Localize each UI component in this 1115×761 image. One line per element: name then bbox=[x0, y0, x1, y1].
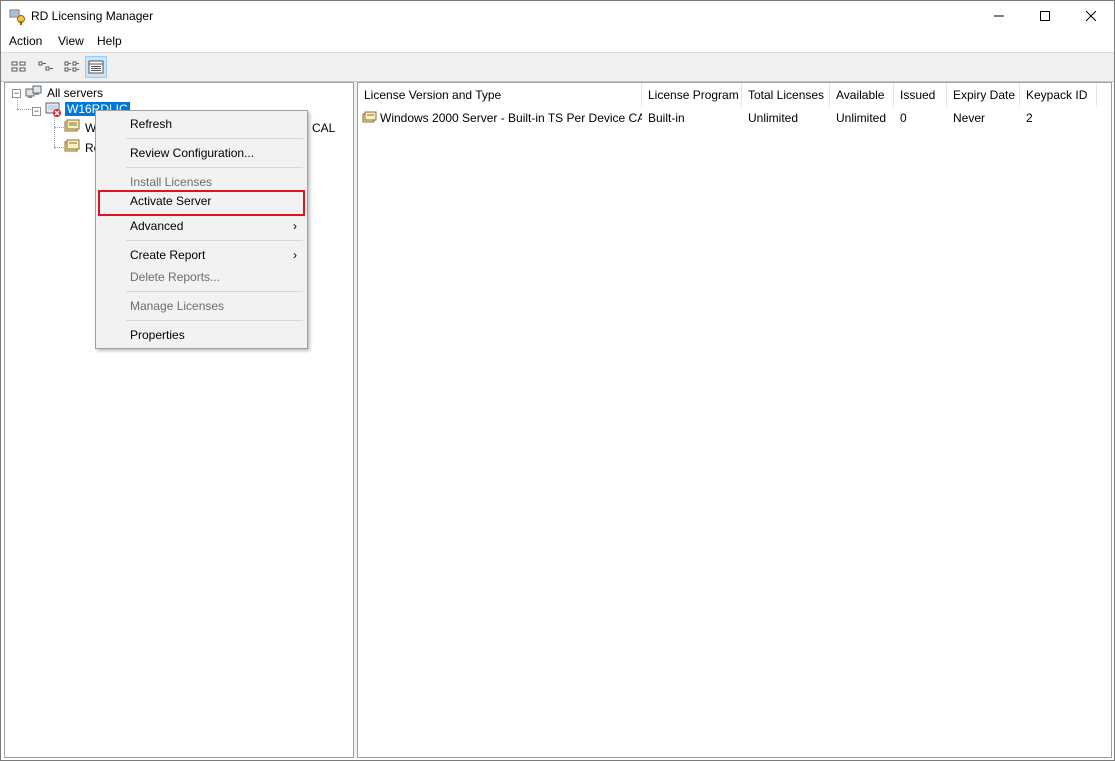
table-row[interactable]: Windows 2000 Server - Built-in TS Per De… bbox=[358, 109, 1111, 127]
submenu-arrow-icon: › bbox=[293, 219, 297, 233]
list-header: License Version and Type License Program… bbox=[358, 83, 1111, 107]
list-view-icon bbox=[64, 61, 79, 72]
context-menu: Refresh Review Configuration... Install … bbox=[95, 110, 308, 349]
column-header-issued[interactable]: Issued bbox=[894, 83, 947, 107]
minimize-button[interactable] bbox=[976, 1, 1022, 31]
column-header-license-program[interactable]: License Program bbox=[642, 83, 742, 107]
menu-separator bbox=[126, 320, 303, 321]
title-bar[interactable]: RD Licensing Manager bbox=[1, 1, 1114, 31]
cell-keypack-id: 2 bbox=[1026, 111, 1033, 125]
details-view-icon bbox=[88, 60, 104, 74]
menu-item-delete-reports: Delete Reports... bbox=[130, 270, 221, 284]
menu-item-review-configuration[interactable]: Review Configuration... bbox=[98, 142, 305, 164]
large-icons-view-icon bbox=[11, 61, 26, 72]
cell-expiry-date: Never bbox=[953, 111, 986, 125]
close-button[interactable] bbox=[1068, 1, 1114, 31]
root-collapse-toggle[interactable]: − bbox=[12, 89, 21, 98]
menu-item-properties[interactable]: Properties bbox=[98, 324, 305, 346]
cell-license-program: Built-in bbox=[648, 111, 685, 125]
menu-item-activate-server[interactable]: Activate Server bbox=[98, 190, 305, 216]
menu-separator bbox=[126, 167, 303, 168]
server-error-icon bbox=[45, 102, 61, 117]
reports-icon bbox=[64, 139, 80, 152]
menu-item-advanced[interactable]: Advanced › bbox=[98, 215, 305, 237]
small-icons-view-button[interactable] bbox=[35, 56, 57, 78]
list-view-button[interactable] bbox=[61, 56, 83, 78]
menu-action[interactable]: Action bbox=[9, 34, 42, 48]
tree-connector bbox=[54, 115, 55, 149]
cell-issued: 0 bbox=[900, 111, 907, 125]
license-list-pane[interactable]: License Version and Type License Program… bbox=[357, 82, 1112, 758]
column-header-expiry-date[interactable]: Expiry Date bbox=[947, 83, 1020, 107]
small-icons-view-icon bbox=[38, 61, 53, 71]
column-header-keypack-id[interactable]: Keypack ID bbox=[1020, 83, 1097, 107]
large-icons-view-button[interactable] bbox=[8, 56, 30, 78]
license-pack-icon bbox=[64, 119, 80, 132]
rd-licensing-app-icon bbox=[9, 9, 25, 25]
menu-view[interactable]: View bbox=[58, 34, 84, 48]
tree-connector bbox=[17, 109, 31, 110]
details-view-button[interactable] bbox=[85, 56, 107, 78]
menu-item-create-report-label: Create Report bbox=[130, 248, 206, 262]
menu-bar: Action View Help bbox=[1, 31, 1114, 51]
cell-license-version: Windows 2000 Server - Built-in TS Per De… bbox=[380, 111, 642, 125]
tree-label-all-servers: All servers bbox=[47, 86, 104, 100]
server-group-icon bbox=[25, 85, 42, 98]
menu-item-refresh[interactable]: Refresh bbox=[98, 113, 305, 135]
cell-available: Unlimited bbox=[836, 111, 887, 125]
submenu-arrow-icon: › bbox=[293, 248, 297, 262]
minimize-icon bbox=[994, 15, 1004, 17]
menu-help[interactable]: Help bbox=[97, 34, 122, 48]
tree-connector bbox=[17, 97, 18, 109]
app-window: RD Licensing Manager Action View Help − … bbox=[0, 0, 1115, 761]
maximize-icon bbox=[1040, 11, 1050, 21]
menu-item-advanced-label: Advanced bbox=[130, 219, 184, 233]
column-header-total-licenses[interactable]: Total Licenses bbox=[742, 83, 830, 107]
menu-item-manage-licenses: Manage Licenses bbox=[130, 299, 225, 313]
menu-separator bbox=[126, 138, 303, 139]
toolbar bbox=[1, 52, 1114, 82]
cell-total-licenses: Unlimited bbox=[748, 111, 799, 125]
server-collapse-toggle[interactable]: − bbox=[32, 107, 41, 116]
close-icon bbox=[1086, 11, 1096, 21]
menu-separator bbox=[126, 291, 303, 292]
menu-item-create-report[interactable]: Create Report › bbox=[98, 244, 305, 266]
menu-separator bbox=[126, 240, 303, 241]
window-title: RD Licensing Manager bbox=[31, 9, 154, 23]
column-header-available[interactable]: Available bbox=[830, 83, 894, 107]
maximize-button[interactable] bbox=[1022, 1, 1068, 31]
column-header-license-version[interactable]: License Version and Type bbox=[358, 83, 642, 107]
